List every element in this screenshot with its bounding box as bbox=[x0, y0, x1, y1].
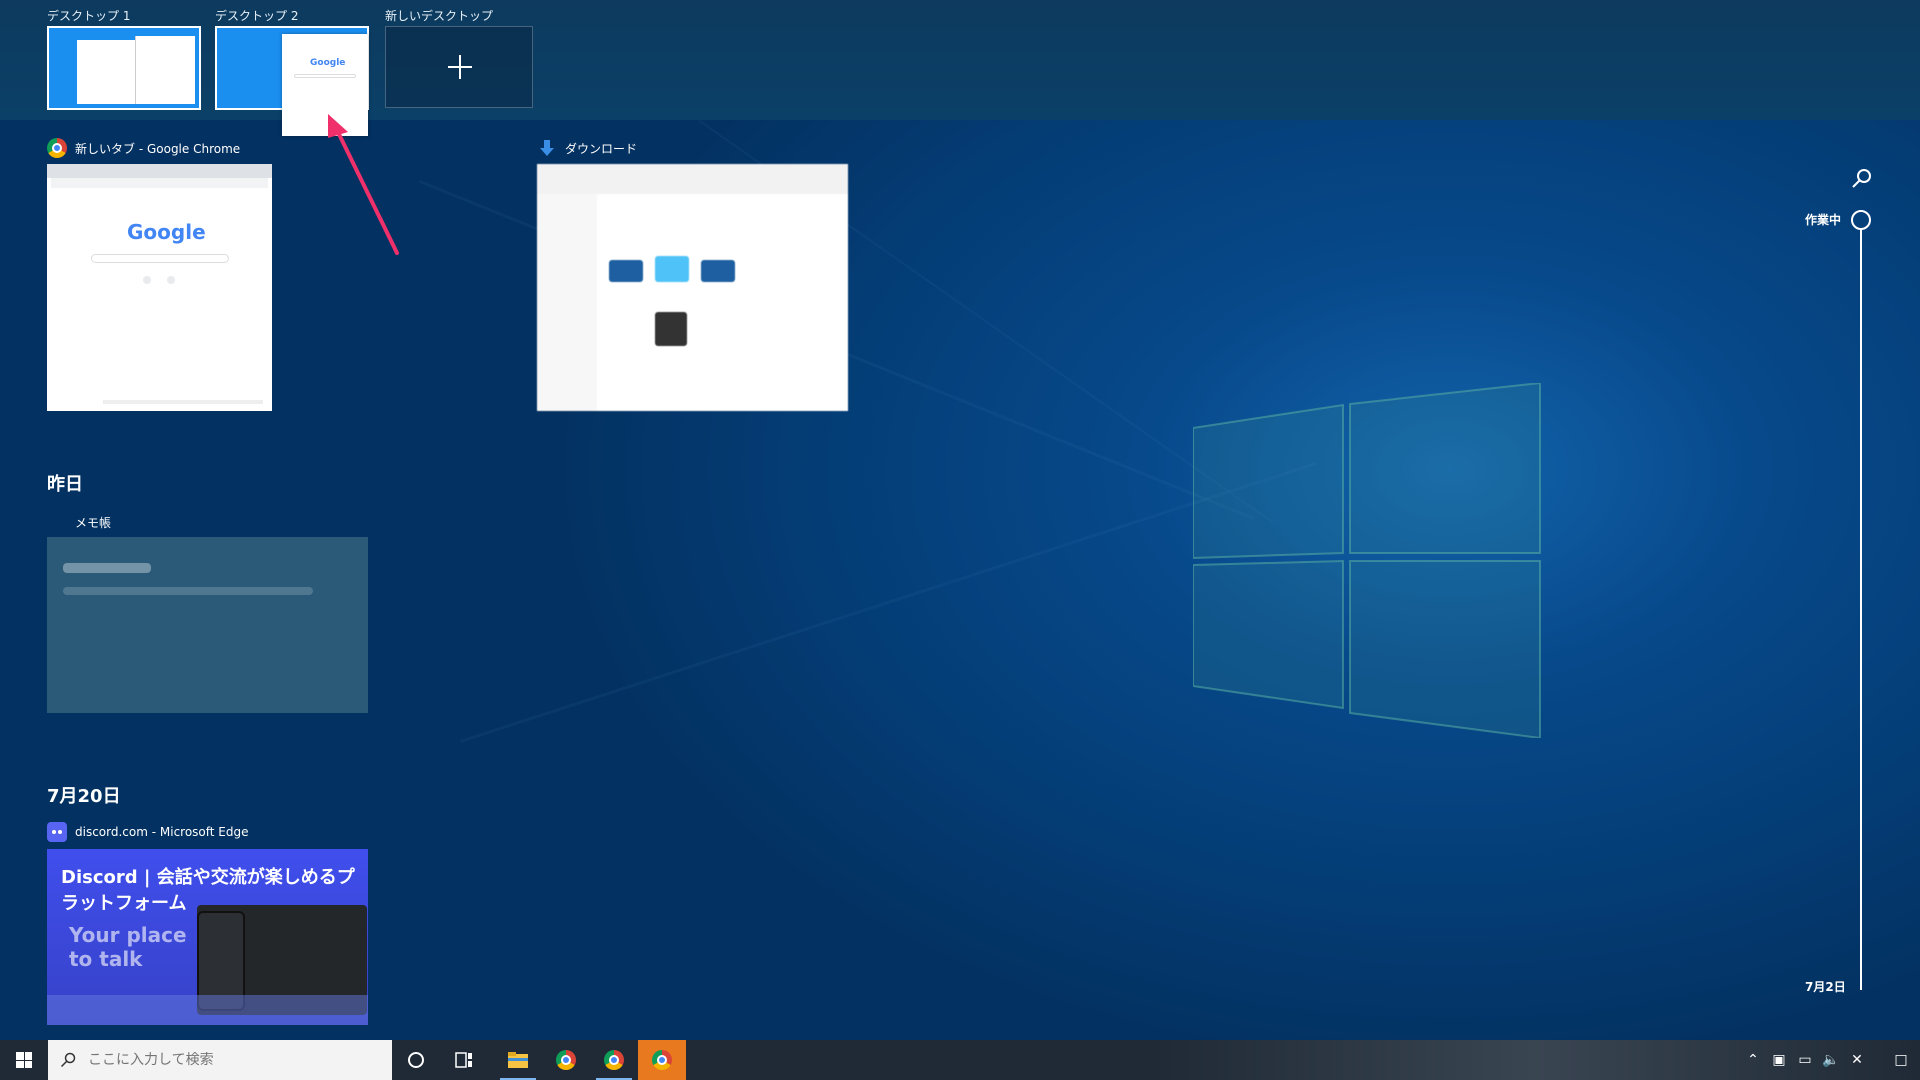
chrome-icon bbox=[604, 1050, 624, 1070]
new-desktop-label: 新しいデスクトップ bbox=[385, 9, 494, 23]
notepad-icon bbox=[47, 512, 67, 532]
timeline-bottom-label: 7月2日 bbox=[1805, 980, 1846, 994]
discord-icon bbox=[47, 822, 67, 842]
section-heading-july20: 7月20日 bbox=[47, 786, 121, 807]
chrome-icon bbox=[556, 1050, 576, 1070]
section-heading-yesterday: 昨日 bbox=[47, 474, 83, 495]
close-icon[interactable]: ✕ bbox=[1848, 1051, 1866, 1069]
search-input[interactable] bbox=[88, 1052, 368, 1068]
task-view-button[interactable] bbox=[440, 1040, 488, 1080]
windows-start-icon bbox=[16, 1052, 32, 1068]
cortana-circle-icon bbox=[408, 1052, 424, 1068]
new-desktop-button[interactable]: 新しいデスクトップ bbox=[385, 8, 533, 108]
notepad-activity-card[interactable] bbox=[47, 537, 368, 713]
downloads-window-thumbnail[interactable] bbox=[537, 164, 848, 411]
start-button[interactable] bbox=[0, 1040, 48, 1080]
notepad-window-title-text: メモ帳 bbox=[75, 515, 112, 530]
taskbar: ⌃ ▣ ▭ 🔈 ✕ □ bbox=[0, 1040, 1920, 1080]
timeline-scrollbar[interactable] bbox=[1860, 230, 1862, 990]
chrome-taskbar-button-2[interactable] bbox=[590, 1040, 638, 1080]
cortana-button[interactable] bbox=[392, 1040, 440, 1080]
desktop-2-label: デスクトップ 2 bbox=[215, 9, 299, 23]
volume-icon[interactable]: 🔈 bbox=[1822, 1051, 1840, 1069]
chrome-window-title[interactable]: 新しいタブ - Google Chrome bbox=[47, 138, 240, 158]
timeline-current-marker[interactable] bbox=[1851, 210, 1871, 230]
new-desktop-tile[interactable] bbox=[385, 26, 533, 108]
chrome-taskbar-button[interactable] bbox=[542, 1040, 590, 1080]
folder-icon bbox=[508, 1052, 528, 1068]
chevron-up-icon[interactable]: ⌃ bbox=[1744, 1051, 1762, 1069]
system-tray: ⌃ ▣ ▭ 🔈 ✕ □ bbox=[1744, 1040, 1920, 1080]
desktop-1-thumbnail[interactable] bbox=[47, 26, 201, 110]
network-icon[interactable]: ▭ bbox=[1796, 1051, 1814, 1069]
google-logo: Google bbox=[127, 220, 206, 244]
google-logo-small: Google bbox=[310, 58, 346, 68]
notification-icon[interactable]: □ bbox=[1892, 1051, 1910, 1069]
desktop-1-label: デスクトップ 1 bbox=[47, 9, 131, 23]
taskbar-search[interactable] bbox=[48, 1040, 392, 1080]
file-explorer-button[interactable] bbox=[494, 1040, 542, 1080]
downloads-window-title-text: ダウンロード bbox=[565, 141, 638, 156]
edge-window-title-text: discord.com - Microsoft Edge bbox=[75, 825, 249, 839]
chrome-icon bbox=[47, 138, 67, 158]
download-arrow-icon bbox=[540, 140, 554, 156]
timeline-current-label: 作業中 bbox=[1805, 213, 1842, 227]
desktop-1[interactable]: デスクトップ 1 bbox=[47, 8, 201, 110]
discord-tagline-1: Your place bbox=[69, 923, 187, 947]
security-icon[interactable]: ▣ bbox=[1770, 1051, 1788, 1069]
notepad-window-title[interactable]: メモ帳 bbox=[47, 512, 111, 532]
search-icon[interactable] bbox=[1851, 167, 1873, 189]
chrome-window-thumbnail[interactable]: Google bbox=[47, 164, 272, 411]
chrome-canary-taskbar-button[interactable] bbox=[638, 1040, 686, 1080]
edge-window-title[interactable]: discord.com - Microsoft Edge bbox=[47, 822, 249, 842]
arrow-annotation-icon bbox=[328, 114, 399, 255]
discord-tagline-2: to talk bbox=[69, 947, 143, 971]
discord-activity-card[interactable]: Discord | 会話や交流が楽しめるプラットフォーム Your place … bbox=[47, 849, 368, 1025]
task-view-icon bbox=[455, 1052, 472, 1068]
search-icon bbox=[60, 1052, 76, 1068]
downloads-window-title[interactable]: ダウンロード bbox=[537, 138, 637, 158]
chrome-canary-icon bbox=[652, 1050, 672, 1070]
plus-icon bbox=[448, 55, 472, 79]
chrome-window-title-text: 新しいタブ - Google Chrome bbox=[75, 141, 241, 156]
